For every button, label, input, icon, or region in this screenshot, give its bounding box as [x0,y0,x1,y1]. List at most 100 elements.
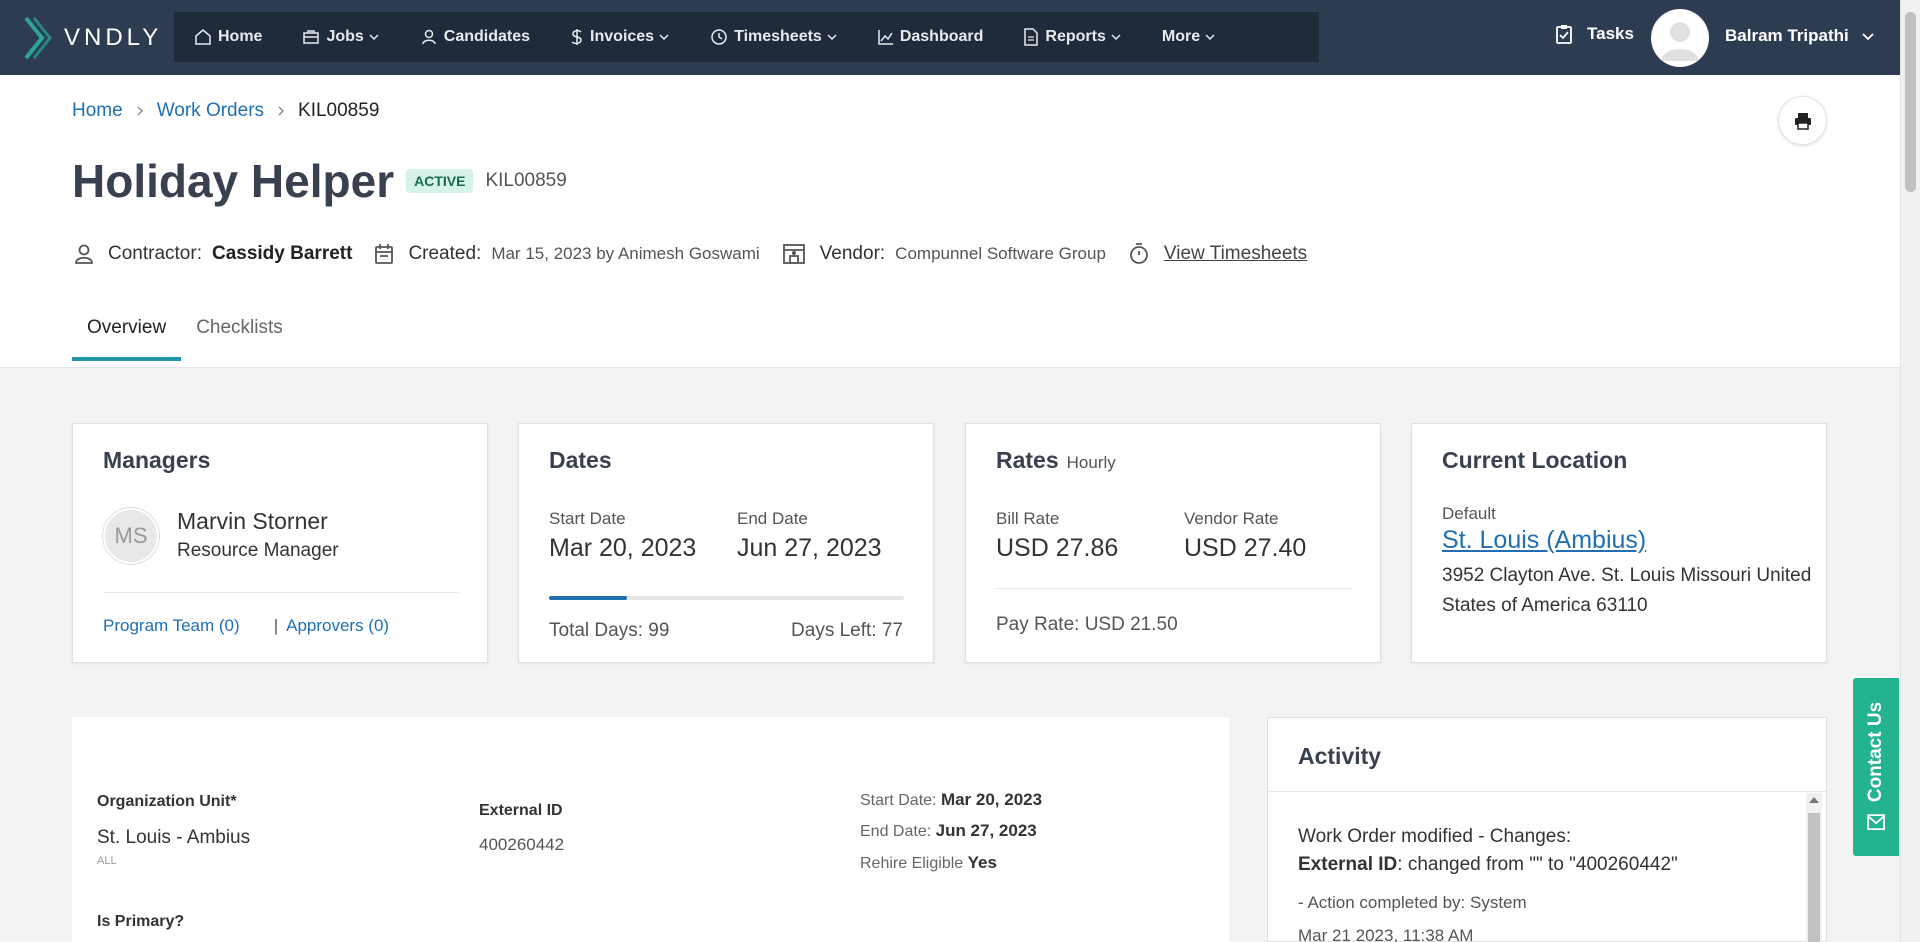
nav-timesheets[interactable]: Timesheets [690,12,858,62]
dates-card: Dates Start Date Mar 20, 2023 End Date J… [518,423,934,663]
link-separator: | [273,616,279,635]
vendor-rate-value: USD 27.40 [1184,534,1307,562]
approvers-link[interactable]: Approvers (0) [286,616,389,636]
created-value: Mar 15, 2023 by Animesh Goswami [491,244,760,263]
detail-start-label: Start Date: [860,792,937,809]
breadcrumb-work-orders[interactable]: Work Orders [157,100,264,122]
document-icon [1023,28,1039,46]
divider [103,592,459,593]
breadcrumb-home[interactable]: Home [72,100,123,122]
nav-dashboard[interactable]: Dashboard [858,12,1004,62]
vendor-building-icon [782,243,806,265]
nav-more[interactable]: More [1142,12,1236,62]
tabs: Overview Checklists [72,309,298,361]
rates-title: Rates Hourly [996,447,1116,474]
detail-end-date: End Date: Jun 27, 2023 [860,821,1037,841]
stopwatch-icon [1128,243,1150,265]
is-primary-label: Is Primary? [97,913,185,930]
activity-entry-actor: - Action completed by: System [1298,893,1527,912]
vndly-logo[interactable]: VNDLY [22,14,162,62]
contact-us-button[interactable]: Contact Us [1853,678,1899,856]
rates-subtitle: Hourly [1066,453,1116,472]
nav-home[interactable]: Home [174,12,282,62]
chevron-right-icon [135,105,145,117]
detail-rehire-value: Yes [967,853,997,872]
managers-title: Managers [103,447,211,473]
date-progress-bar [549,596,904,600]
chevron-down-icon [1110,31,1122,43]
org-unit-sub: ALL [97,855,117,867]
title-row: Holiday Helper ACTIVE KIL00859 [72,154,567,208]
top-navbar: VNDLY Home Jobs Candidates Invoices Time… [0,0,1900,75]
clock-icon [710,28,728,46]
print-button[interactable] [1778,96,1827,145]
activity-title: Activity [1298,743,1382,769]
logo-chevron-icon [24,16,52,60]
manager-name: Marvin Storner [177,508,328,534]
start-date-value: Mar 20, 2023 [549,534,697,562]
created-label: Created: [408,243,482,264]
chevron-down-icon [1204,31,1216,43]
nav-reports-label: Reports [1045,28,1106,45]
bill-rate-label: Bill Rate [996,509,1060,528]
location-card: Current Location Default St. Louis (Ambi… [1411,423,1827,663]
detail-start-value: Mar 20, 2023 [940,790,1043,809]
user-menu[interactable]: Balram Tripathi [1725,26,1875,46]
divider [996,588,1352,589]
org-unit-value: St. Louis - Ambius [97,827,251,848]
location-default-label: Default [1442,504,1496,523]
activity-change-detail: : changed from "" to "400260442" [1397,854,1678,875]
nav-jobs[interactable]: Jobs [282,12,399,62]
program-team-link[interactable]: Program Team (0) [103,616,240,636]
tab-checklists[interactable]: Checklists [181,309,298,359]
chevron-down-icon [1861,29,1875,43]
avatar: MS [103,508,159,564]
chevron-down-icon [368,31,380,43]
activity-entry-change: External ID: changed from "" to "4002604… [1298,854,1678,876]
nav-candidates[interactable]: Candidates [400,12,550,62]
managers-card: Managers MS Marvin Storner Resource Mana… [72,423,488,663]
start-date-label: Start Date [549,509,626,528]
manager-links: Program Team (0) | Approvers (0) [103,616,389,636]
nav-dashboard-label: Dashboard [899,28,984,45]
activity-panel: Activity Work Order modified - Changes: … [1267,717,1827,942]
location-address: 3952 Clayton Ave. St. Louis Missouri Uni… [1442,565,1812,616]
chevron-right-icon [276,105,286,117]
user-avatar[interactable] [1651,9,1709,67]
end-date-value: Jun 27, 2023 [737,534,882,562]
location-title: Current Location [1442,447,1628,473]
user-name: Balram Tripathi [1725,26,1849,45]
activity-entry-timestamp: Mar 21 2023, 11:38 AM [1298,926,1474,942]
nav-reports[interactable]: Reports [1003,12,1141,62]
dates-title: Dates [549,447,612,473]
timesheets-link-wrap: View Timesheets [1128,243,1307,265]
created-info: Created: Mar 15, 2023 by Animesh Goswami [374,243,760,265]
detail-end-value: Jun 27, 2023 [935,821,1037,840]
nav-timesheets-label: Timesheets [734,28,822,45]
vendor-rate-label: Vendor Rate [1184,509,1279,528]
page-scroll-thumb[interactable] [1905,12,1916,192]
nav-more-label: More [1161,28,1201,45]
tab-overview[interactable]: Overview [72,309,182,361]
rates-title-text: Rates [996,447,1059,473]
page-scrollbar[interactable] [1900,0,1920,942]
contact-us-label: Contact Us [1865,701,1887,803]
tasks-label: Tasks [1587,24,1634,43]
external-id-value: 400260442 [479,835,565,854]
contractor-name: Cassidy Barrett [211,243,353,264]
scroll-up-arrow-icon[interactable] [1809,797,1819,803]
work-order-details: Organization Unit* St. Louis - Ambius AL… [72,717,1229,942]
activity-scrollbar[interactable] [1806,793,1822,942]
detail-start-date: Start Date: Mar 20, 2023 [860,790,1042,810]
location-link[interactable]: St. Louis (Ambius) [1442,526,1646,555]
nav-invoices[interactable]: Invoices [550,12,690,62]
vendor-value: Compunnel Software Group [895,244,1106,263]
view-timesheets-link[interactable]: View Timesheets [1164,243,1307,265]
nav-invoices-label: Invoices [590,28,655,45]
chart-icon [878,29,894,45]
home-icon [194,28,212,46]
activity-scroll-thumb[interactable] [1808,813,1820,942]
tasks-button[interactable]: Tasks [1555,24,1634,44]
mail-icon [1866,812,1886,832]
chevron-down-icon [658,31,670,43]
